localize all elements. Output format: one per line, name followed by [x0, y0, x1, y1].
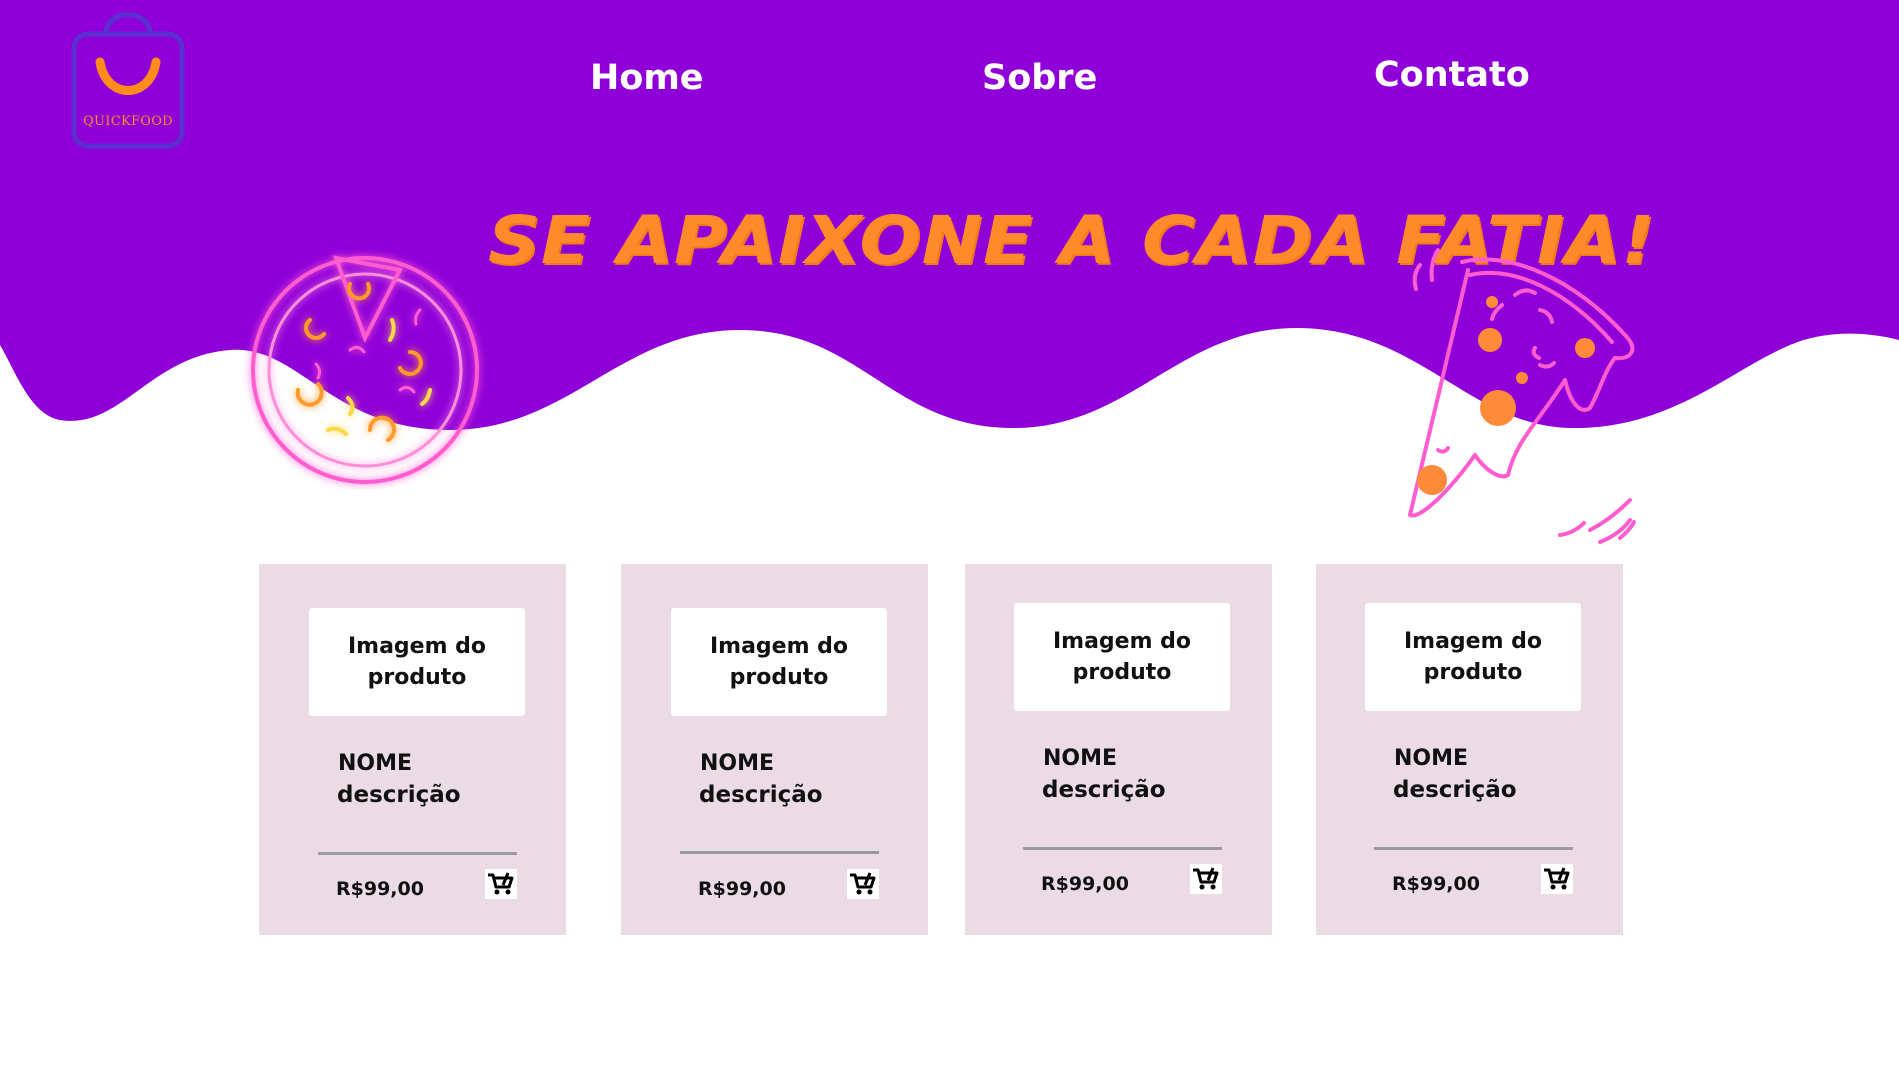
card-divider — [1374, 847, 1573, 850]
product-price: R$99,00 — [336, 878, 424, 900]
product-image-placeholder: Imagem do produto — [671, 608, 887, 716]
add-to-cart-button[interactable] — [485, 869, 517, 899]
page: QUICKFOOD Home Sobre Contato SE APAIXONE… — [0, 0, 1899, 1080]
cart-icon — [1544, 867, 1570, 890]
product-price: R$99,00 — [1041, 873, 1129, 895]
card-divider — [318, 852, 517, 855]
card-divider — [1023, 847, 1222, 850]
product-image-placeholder: Imagem do produto — [309, 608, 525, 716]
add-to-cart-button[interactable] — [1541, 864, 1573, 894]
nav-contato[interactable]: Contato — [1374, 55, 1530, 95]
product-description: descrição — [1042, 777, 1166, 803]
product-image-placeholder: Imagem do produto — [1014, 603, 1230, 711]
product-name: NOME — [338, 751, 413, 776]
product-price: R$99,00 — [1392, 873, 1480, 895]
hero-headline: SE APAIXONE A CADA FATIA! — [488, 201, 1656, 279]
cart-icon — [488, 872, 514, 895]
product-card[interactable]: Imagem do produto NOME descrição R$99,00 — [621, 564, 928, 935]
product-image-placeholder: Imagem do produto — [1365, 603, 1581, 711]
brand-name: QUICKFOOD — [83, 114, 173, 129]
cart-icon — [1193, 867, 1219, 890]
nav-sobre[interactable]: Sobre — [982, 58, 1097, 98]
pizza-slice-icon — [1408, 248, 1636, 544]
product-description: descrição — [1393, 777, 1517, 803]
product-name: NOME — [1394, 746, 1469, 771]
neon-pizza-icon — [251, 255, 479, 484]
product-card[interactable]: Imagem do produto NOME descrição R$99,00 — [965, 564, 1272, 935]
nav-home[interactable]: Home — [590, 58, 704, 98]
card-divider — [680, 851, 879, 854]
add-to-cart-button[interactable] — [847, 869, 879, 899]
product-price: R$99,00 — [698, 878, 786, 900]
logo[interactable]: QUICKFOOD — [68, 4, 188, 150]
cart-icon — [850, 872, 876, 895]
product-card[interactable]: Imagem do produto NOME descrição R$99,00 — [1316, 564, 1623, 935]
product-description: descrição — [699, 782, 823, 808]
product-name: NOME — [700, 751, 775, 776]
product-description: descrição — [337, 782, 461, 808]
add-to-cart-button[interactable] — [1190, 864, 1222, 894]
product-name: NOME — [1043, 746, 1118, 771]
product-card[interactable]: Imagem do produto NOME descrição R$99,00 — [259, 564, 566, 935]
